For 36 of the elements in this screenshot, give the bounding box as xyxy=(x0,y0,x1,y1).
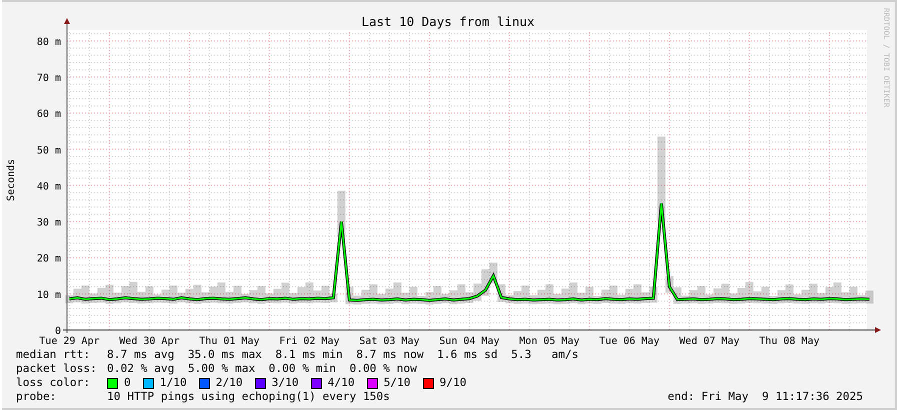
x-tick-label: Thu 01 May xyxy=(199,336,260,347)
legend-label: loss color: xyxy=(16,376,92,390)
loss-level-label: 9/10 xyxy=(440,376,466,390)
stats-text: 0.02 % avg 5.00 % max 0.00 % min 0.00 % now xyxy=(107,362,417,376)
x-tick-label: Fri 02 May xyxy=(279,336,340,347)
end-time: end: Fri May 9 11:17:36 2025 xyxy=(668,390,863,404)
loss-level-label: 4/10 xyxy=(328,376,355,390)
loss-level-label: 1/10 xyxy=(160,376,187,390)
x-tick-label: Sat 03 May xyxy=(359,336,420,347)
y-tick-label: 70 m xyxy=(36,73,61,84)
y-tick-label: 60 m xyxy=(36,109,61,120)
x-tick-label: Sun 04 May xyxy=(439,336,500,347)
x-tick-label: Wed 07 May xyxy=(679,336,740,347)
x-tick-label: Thu 08 May xyxy=(759,336,820,347)
legend-label: probe: xyxy=(16,390,58,404)
legend-label: median rtt: xyxy=(16,348,92,362)
y-tick-label: 80 m xyxy=(36,36,61,48)
loss-level-label: 5/10 xyxy=(384,376,411,390)
probe-text: 10 HTTP pings using echoping(1) every 150s xyxy=(107,390,390,404)
stats-text: 8.7 ms avg 35.0 ms max 8.1 ms min 8.7 ms now 1.6 ms sd 5.3 am/s xyxy=(107,348,578,362)
y-tick-label: 10 m xyxy=(36,290,61,301)
y-tick-label: 20 m xyxy=(36,254,61,265)
x-tick-label: Tue 29 Apr xyxy=(39,336,100,347)
y-axis-label: Seconds xyxy=(6,158,17,202)
legend-label: packet loss: xyxy=(16,362,98,376)
loss-level-label: 3/10 xyxy=(272,376,299,390)
x-tick-label: Wed 30 Apr xyxy=(119,336,180,347)
y-tick-label: 30 m xyxy=(36,218,61,229)
graph-title: Last 10 Days from linux xyxy=(361,14,535,29)
loss-level-label: 0 xyxy=(124,376,131,390)
y-tick-label: 0 xyxy=(54,326,61,337)
x-tick-label: Tue 06 May xyxy=(599,336,660,347)
x-tick-label: Mon 05 May xyxy=(519,336,580,347)
y-tick-label: 40 m xyxy=(36,181,61,192)
loss-level-label: 2/10 xyxy=(216,376,243,390)
y-tick-label: 50 m xyxy=(36,145,61,156)
